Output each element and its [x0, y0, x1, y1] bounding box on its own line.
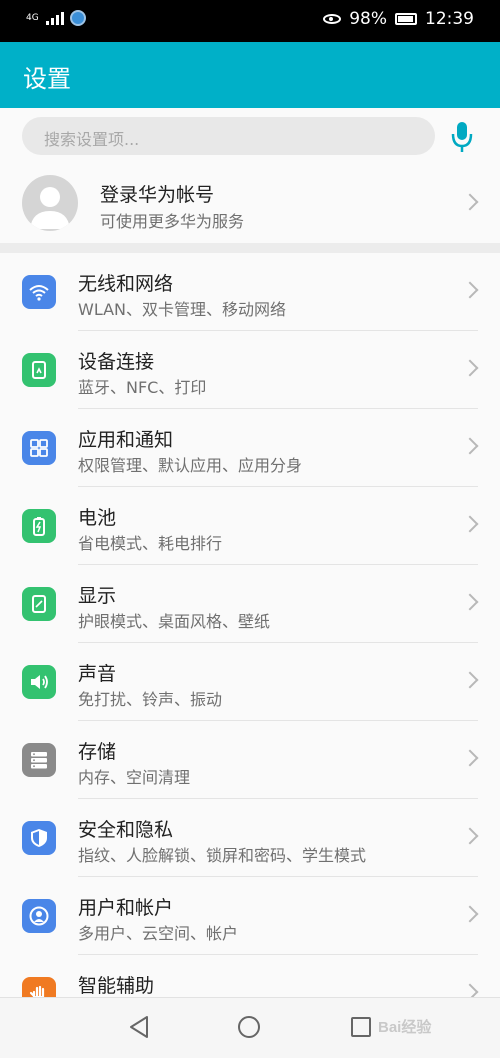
storage-icon: [22, 743, 56, 777]
chevron-right-icon: [461, 359, 479, 377]
chevron-right-icon: [461, 827, 479, 845]
account-subtitle: 可使用更多华为服务: [100, 212, 245, 231]
chevron-right-icon: [461, 593, 479, 611]
shield-icon: [22, 821, 56, 855]
settings-item-title: 显示: [78, 585, 117, 607]
battery-percent: 98%: [349, 9, 387, 29]
chevron-right-icon: [461, 193, 479, 211]
settings-item-wireless[interactable]: 无线和网络 WLAN、双卡管理、移动网络: [0, 253, 500, 331]
settings-item-subtitle: 多用户、云空间、帐户: [78, 924, 239, 943]
settings-item-title: 声音: [78, 663, 117, 685]
settings-item-subtitle: 蓝牙、NFC、打印: [78, 378, 207, 397]
status-bar: 4G 98% 12:39: [0, 0, 500, 42]
chevron-right-icon: [461, 437, 479, 455]
settings-item-sound[interactable]: 声音 免打扰、铃声、振动: [0, 643, 500, 721]
settings-item-users-accounts[interactable]: 用户和帐户 多用户、云空间、帐户: [0, 877, 500, 955]
battery-icon: [22, 509, 56, 543]
chevron-right-icon: [461, 671, 479, 689]
settings-item-subtitle: 省电模式、耗电排行: [78, 534, 223, 553]
settings-item-apps-notifications[interactable]: 应用和通知 权限管理、默认应用、应用分身: [0, 409, 500, 487]
home-icon[interactable]: [238, 1016, 260, 1038]
chevron-right-icon: [461, 515, 479, 533]
settings-item-title: 用户和帐户: [78, 897, 174, 919]
display-icon: [22, 587, 56, 621]
settings-item-device-connection[interactable]: 设备连接 蓝牙、NFC、打印: [0, 331, 500, 409]
microphone-icon[interactable]: [449, 118, 475, 156]
settings-item-title: 应用和通知: [78, 429, 174, 451]
signal-icon: [46, 11, 64, 25]
apps-grid-icon: [22, 431, 56, 465]
settings-item-title: 电池: [78, 507, 117, 529]
settings-item-title: 存储: [78, 741, 117, 763]
settings-item-subtitle: 指纹、人脸解锁、锁屏和密码、学生模式: [78, 846, 367, 865]
settings-item-subtitle: 免打扰、铃声、振动: [78, 690, 223, 709]
wifi-icon: [22, 275, 56, 309]
watermark-text: Bai经验: [378, 1019, 432, 1036]
search-input[interactable]: 搜索设置项...: [22, 117, 435, 155]
settings-item-subtitle: 权限管理、默认应用、应用分身: [78, 456, 303, 475]
device-connection-icon: [22, 353, 56, 387]
settings-item-battery[interactable]: 电池 省电模式、耗电排行: [0, 487, 500, 565]
user-account-icon: [22, 899, 56, 933]
settings-item-display[interactable]: 显示 护眼模式、桌面风格、壁纸: [0, 565, 500, 643]
clock: 12:39: [425, 9, 474, 29]
section-divider: [0, 243, 500, 253]
account-login-row[interactable]: 登录华为帐号 可使用更多华为服务: [0, 163, 500, 243]
settings-item-title: 设备连接: [78, 351, 155, 373]
app-header: 设置: [0, 42, 500, 108]
settings-item-title: 智能辅助: [78, 975, 155, 997]
chevron-right-icon: [461, 905, 479, 923]
settings-item-title: 安全和隐私: [78, 819, 174, 841]
back-icon[interactable]: [128, 1015, 150, 1043]
page-title: 设置: [23, 65, 71, 93]
settings-item-title: 无线和网络: [78, 273, 174, 295]
settings-item-storage[interactable]: 存储 内存、空间清理: [0, 721, 500, 799]
settings-item-subtitle: 护眼模式、桌面风格、壁纸: [78, 612, 271, 631]
navigation-bar: Bai经验: [0, 997, 500, 1058]
account-title: 登录华为帐号: [100, 184, 215, 206]
settings-list: 无线和网络 WLAN、双卡管理、移动网络 设备连接 蓝牙、NFC、打印 应用和通…: [0, 253, 500, 1033]
avatar: [22, 175, 78, 231]
chevron-right-icon: [461, 281, 479, 299]
settings-item-security-privacy[interactable]: 安全和隐私 指纹、人脸解锁、锁屏和密码、学生模式: [0, 799, 500, 877]
settings-item-subtitle: 内存、空间清理: [78, 768, 191, 787]
notification-app-icon: [70, 10, 86, 26]
chevron-right-icon: [461, 749, 479, 767]
network-type: 4G: [26, 12, 39, 23]
settings-item-subtitle: WLAN、双卡管理、移动网络: [78, 300, 287, 319]
search-placeholder: 搜索设置项...: [44, 130, 140, 149]
battery-status-icon: [395, 13, 417, 25]
eye-comfort-icon: [323, 14, 342, 24]
recent-apps-icon[interactable]: [351, 1017, 371, 1037]
speaker-icon: [22, 665, 56, 699]
